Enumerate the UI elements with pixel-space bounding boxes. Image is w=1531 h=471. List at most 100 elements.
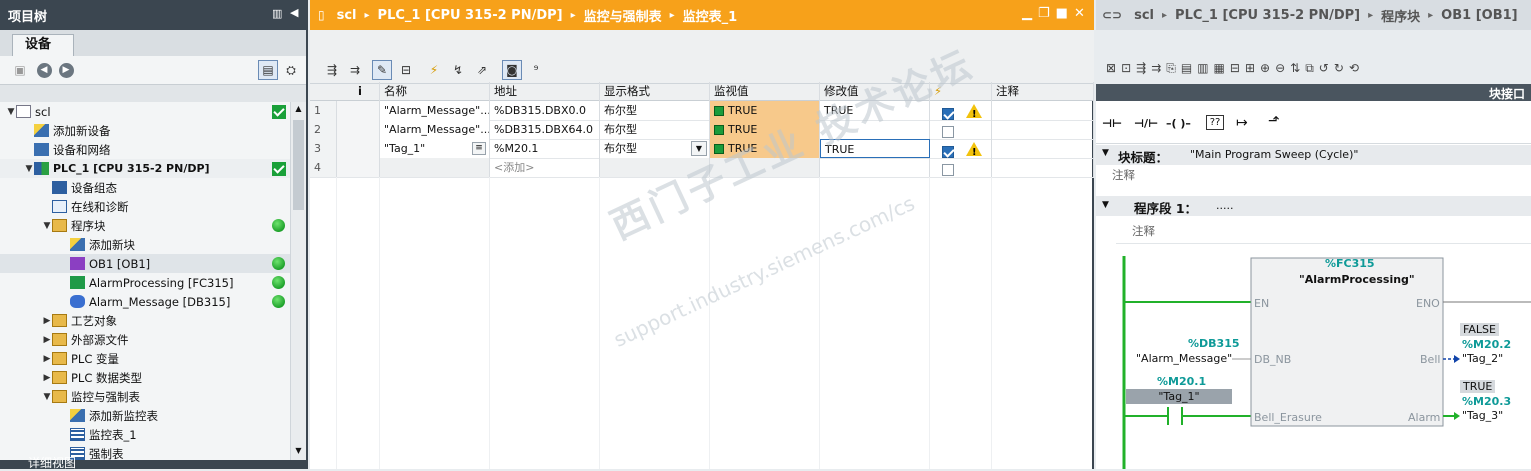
- expand-arrow-icon[interactable]: ▶: [42, 335, 52, 345]
- tree-item-online-diagnostics[interactable]: 在线和诊断: [0, 197, 290, 216]
- row-number[interactable]: 4: [310, 158, 337, 177]
- scroll-down-icon[interactable]: ▼: [293, 446, 304, 458]
- compare-icon[interactable]: ⧉: [1305, 61, 1314, 76]
- list-icon[interactable]: ▤: [1181, 61, 1192, 76]
- collapse-arrow-icon[interactable]: ▼: [42, 221, 52, 231]
- tree-item-technology-objects[interactable]: ▶ 工艺对象: [0, 311, 290, 330]
- tag1-operand[interactable]: "Tag_1": [1126, 389, 1232, 404]
- modify-mode-icon[interactable]: ✎: [372, 60, 392, 80]
- block-comment[interactable]: 注释: [1112, 167, 1135, 183]
- grid-icon[interactable]: ▦: [1214, 61, 1225, 76]
- refresh-icon[interactable]: ⟲: [1349, 61, 1359, 76]
- tree-item-external-sources[interactable]: ▶ 外部源文件: [0, 330, 290, 349]
- tree-item-ob1[interactable]: OB1 [OB1]: [0, 254, 290, 273]
- monitor-all-icon[interactable]: ◙: [502, 60, 522, 80]
- network-comment[interactable]: 注释: [1132, 223, 1155, 239]
- format-dropdown-icon[interactable]: ▼: [691, 141, 707, 156]
- row-address[interactable]: <添加>: [490, 158, 600, 177]
- scroll-up-icon[interactable]: ▲: [293, 104, 304, 116]
- coil-icon[interactable]: –( )–: [1166, 117, 1191, 130]
- monitor-once-icon[interactable]: ⁹: [526, 60, 546, 80]
- tag-picker-icon[interactable]: ≡: [472, 142, 486, 155]
- row-modify-value[interactable]: TRUE: [820, 139, 930, 158]
- tree-item-plc-tags[interactable]: ▶ PLC 变量: [0, 349, 290, 368]
- open-branch-icon[interactable]: ↦: [1236, 115, 1248, 131]
- list2-icon[interactable]: ▥: [1197, 61, 1208, 76]
- modify-now-icon[interactable]: ⚡: [424, 60, 444, 80]
- expand-arrow-icon[interactable]: ▶: [42, 354, 52, 364]
- undo-icon[interactable]: ↺: [1319, 61, 1329, 76]
- maximize-icon[interactable]: ■: [1056, 6, 1068, 21]
- tree-item-program-blocks[interactable]: ▼ 程序块: [0, 216, 290, 235]
- show-columns-icon[interactable]: ⊟: [396, 60, 416, 80]
- column-header-comment[interactable]: 注释: [992, 82, 1094, 101]
- network-expand-icon[interactable]: ▼: [1102, 200, 1109, 210]
- modify-trigger-icon[interactable]: ↯: [448, 60, 468, 80]
- block-interface-label[interactable]: 块接口: [1489, 85, 1525, 102]
- block-title-expand-icon[interactable]: ▼: [1102, 148, 1109, 158]
- tree-item-alarm-message[interactable]: Alarm_Message [DB315]: [0, 292, 290, 311]
- breadcrumb-crumb[interactable]: 监控表_1: [683, 6, 738, 25]
- column-header-modify-flag[interactable]: ⚡: [930, 82, 992, 101]
- breadcrumb-crumb[interactable]: 监控与强制表: [584, 6, 662, 25]
- sort-icon[interactable]: ⇅: [1290, 61, 1300, 76]
- row-comment[interactable]: [992, 139, 1094, 158]
- row-number[interactable]: 3: [310, 139, 337, 158]
- db-operand[interactable]: "Alarm_Message": [1136, 352, 1232, 365]
- insert-network-icon[interactable]: ⊠: [1106, 61, 1116, 76]
- block-title-text[interactable]: "Main Program Sweep (Cycle)": [1190, 148, 1358, 161]
- zoom-out-icon[interactable]: ⊖: [1275, 61, 1285, 76]
- modify-checkbox[interactable]: [942, 163, 954, 176]
- collapse-all-icon[interactable]: ⊟: [1230, 61, 1240, 76]
- alarm-operand[interactable]: "Tag_3": [1462, 409, 1503, 422]
- row-display-format[interactable]: 布尔型: [600, 120, 710, 139]
- add-row-icon[interactable]: ⇉: [1151, 61, 1161, 76]
- tab-devices[interactable]: 设备: [12, 34, 74, 56]
- close-icon[interactable]: ✕: [1074, 6, 1085, 21]
- row-modify-value[interactable]: TRUE: [820, 101, 930, 120]
- ladder-breadcrumb-crumb[interactable]: 程序块: [1381, 6, 1420, 25]
- pin-icon[interactable]: ▥: [272, 7, 282, 20]
- detail-view-label[interactable]: 详细视图: [28, 454, 76, 471]
- column-header-display-format[interactable]: 显示格式: [600, 82, 710, 101]
- redo-icon[interactable]: ↻: [1334, 61, 1344, 76]
- ladder-breadcrumb-crumb[interactable]: PLC_1 [CPU 315-2 PN/DP]: [1175, 8, 1360, 23]
- expand-all-icon[interactable]: ⊞: [1245, 61, 1255, 76]
- row-comment[interactable]: [992, 101, 1094, 120]
- copy-icon[interactable]: ⎘: [1166, 61, 1176, 76]
- table-row[interactable]: 1 "Alarm_Message"... %DB315.DBX0.0 布尔型 TRUE T…: [310, 101, 1094, 120]
- table-row[interactable]: 2 "Alarm_Message"... %DB315.DBX64.0 布尔型 TRUE: [310, 120, 1094, 139]
- column-header-name[interactable]: 名称: [380, 82, 490, 101]
- row-address[interactable]: %DB315.DBX64.0: [490, 120, 600, 139]
- collapse-arrow-icon[interactable]: ▼: [42, 392, 52, 402]
- restore-icon[interactable]: ❐: [1038, 6, 1050, 21]
- tree-item-watch-table-1[interactable]: 监控表_1: [0, 425, 290, 444]
- delete-network-icon[interactable]: ⊡: [1121, 61, 1131, 76]
- column-header-info[interactable]: i: [337, 82, 380, 101]
- row-number[interactable]: 1: [310, 101, 337, 120]
- nc-contact-icon[interactable]: ⊣/⊢: [1134, 117, 1158, 130]
- tree-settings-icon[interactable]: ⛭: [281, 60, 301, 80]
- no-contact-icon[interactable]: ⊣⊢: [1102, 117, 1122, 130]
- modify-checkbox[interactable]: [942, 145, 954, 158]
- table-row[interactable]: 3 "Tag_1" ≡ %M20.1 布尔型 ▼ TRUE TRUE: [310, 139, 1094, 158]
- tree-item-watch-force-tables[interactable]: ▼ 监控与强制表: [0, 387, 290, 406]
- fc-name[interactable]: "AlarmProcessing": [1299, 273, 1415, 286]
- modify-checkbox[interactable]: [942, 125, 954, 138]
- bell-operand[interactable]: "Tag_2": [1462, 352, 1503, 365]
- insert-row-icon[interactable]: ⇶: [1136, 61, 1146, 76]
- row-name[interactable]: "Alarm_Message"...: [380, 101, 490, 120]
- add-row-icon[interactable]: ⇉: [345, 60, 365, 80]
- row-address[interactable]: %M20.1: [490, 139, 600, 158]
- row-number[interactable]: 2: [310, 120, 337, 139]
- back-icon[interactable]: ◀: [34, 60, 54, 80]
- table-row[interactable]: 4 <添加>: [310, 158, 1094, 177]
- expand-arrow-icon[interactable]: ▶: [42, 316, 52, 326]
- scroll-thumb[interactable]: [293, 120, 304, 210]
- tree-item-add-device[interactable]: 添加新设备: [0, 121, 290, 140]
- tree-item-add-watch-table[interactable]: 添加新监控表: [0, 406, 290, 425]
- collapse-arrow-icon[interactable]: ▼: [24, 164, 34, 174]
- column-header-address[interactable]: 地址: [490, 82, 600, 101]
- minimize-icon[interactable]: ▁: [1022, 6, 1032, 21]
- column-header-monitor-value[interactable]: 监视值: [710, 82, 820, 101]
